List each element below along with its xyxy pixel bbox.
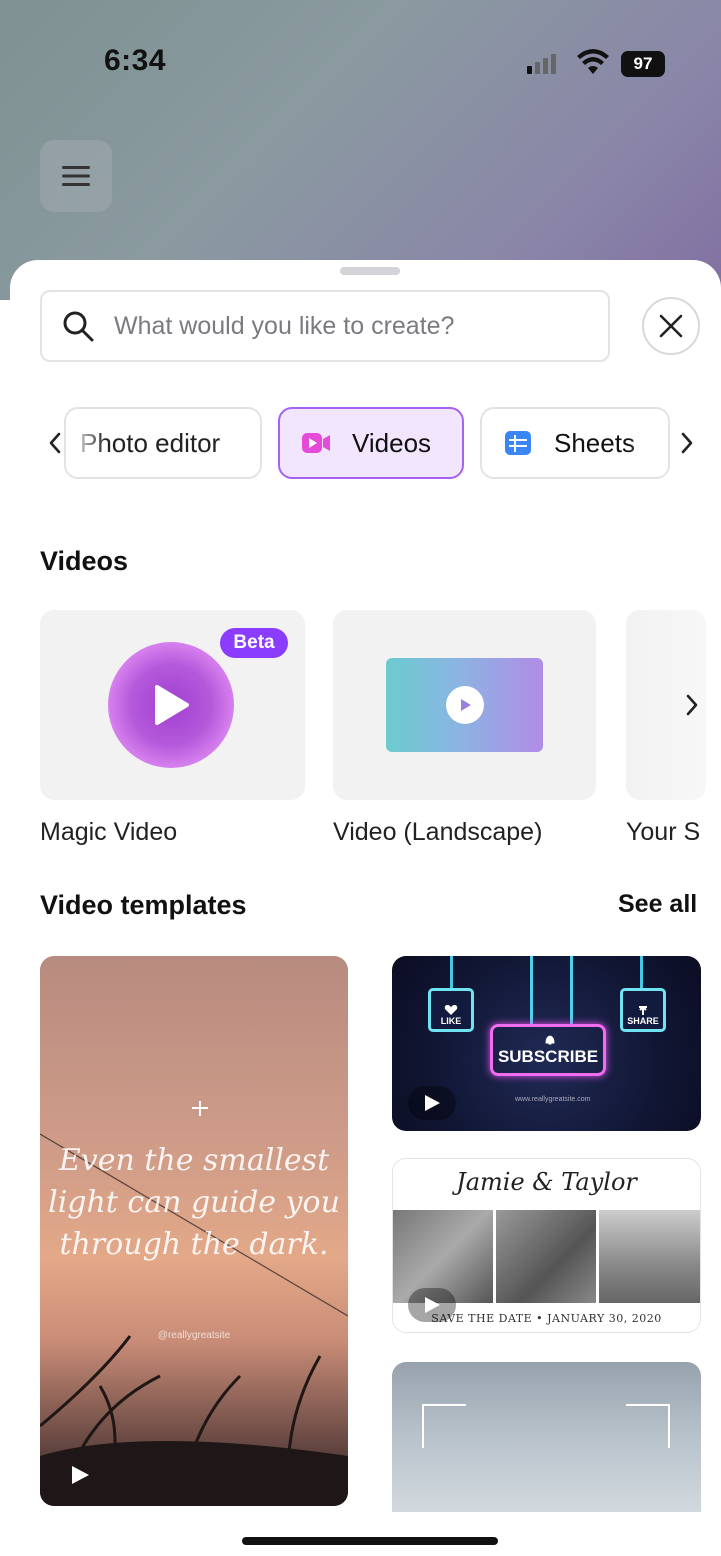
wifi-icon (577, 49, 609, 74)
search-bar[interactable] (40, 290, 610, 362)
frame-corner (626, 1404, 670, 1448)
play-icon (72, 1466, 89, 1484)
neon-subscribe-box: SUBSCRIBE (490, 1024, 606, 1076)
close-button[interactable] (642, 297, 700, 355)
chip-label: Sheets (554, 427, 635, 458)
category-next-button[interactable] (672, 423, 702, 463)
wedding-names-text: Jamie & Taylor (456, 1168, 637, 1196)
heart-icon (444, 1005, 458, 1015)
play-icon (445, 686, 484, 724)
play-icon (425, 1297, 440, 1313)
chevron-right-icon (686, 694, 698, 716)
sheets-grid-icon (505, 431, 531, 455)
close-icon (659, 314, 683, 338)
play-icon (155, 685, 189, 725)
menu-button[interactable] (40, 140, 112, 212)
chip-sheets[interactable]: Sheets (480, 407, 670, 479)
search-icon (63, 311, 94, 342)
video-templates-title: Video templates (40, 890, 247, 920)
template-quote-text: Even the smallest light can guide you th… (48, 1143, 340, 1262)
chip-photo-editor[interactable]: Photo editor (64, 407, 262, 479)
videos-section-title: Videos (40, 546, 129, 576)
cards-next-button[interactable] (680, 690, 704, 720)
wedding-photo (599, 1210, 700, 1303)
frame-corner (422, 1404, 466, 1448)
video-landscape-thumbnail (386, 658, 543, 752)
home-indicator[interactable] (242, 1537, 498, 1545)
template-quote-credit: @reallygreatsite (157, 1330, 231, 1341)
chip-videos[interactable]: Videos (278, 407, 464, 479)
video-camera-icon (302, 433, 330, 453)
neon-share-box: SHARE (620, 988, 666, 1032)
beta-badge: Beta (220, 628, 288, 658)
bell-icon (545, 1035, 555, 1045)
play-button[interactable] (408, 1288, 456, 1322)
magic-video-label: Magic Video (40, 818, 178, 846)
neon-like-box: LIKE (428, 988, 474, 1032)
chevron-right-icon (681, 432, 693, 454)
magic-video-thumbnail (108, 642, 234, 768)
chevron-left-icon (49, 432, 61, 454)
play-button[interactable] (56, 1458, 104, 1492)
sheet-drag-handle[interactable] (340, 267, 400, 275)
share-icon (639, 1006, 647, 1015)
cellular-signal-icon (527, 52, 556, 74)
wedding-photo (496, 1210, 596, 1303)
play-icon (425, 1095, 440, 1111)
chip-label: Videos (352, 427, 432, 458)
video-landscape-label: Video (Landscape) (333, 818, 543, 846)
template-sky-frame[interactable] (392, 1362, 701, 1512)
status-bar: 6:34 97 (0, 0, 721, 110)
hamburger-icon (62, 166, 90, 186)
your-stories-label: Your S (626, 818, 701, 846)
status-time: 6:34 (104, 44, 167, 77)
play-button[interactable] (408, 1086, 456, 1120)
search-input[interactable] (112, 310, 586, 342)
battery-indicator: 97 (621, 51, 665, 77)
see-all-link[interactable]: See all (618, 890, 697, 919)
neon-url-text: www.reallygreatsite.com (515, 1096, 591, 1103)
